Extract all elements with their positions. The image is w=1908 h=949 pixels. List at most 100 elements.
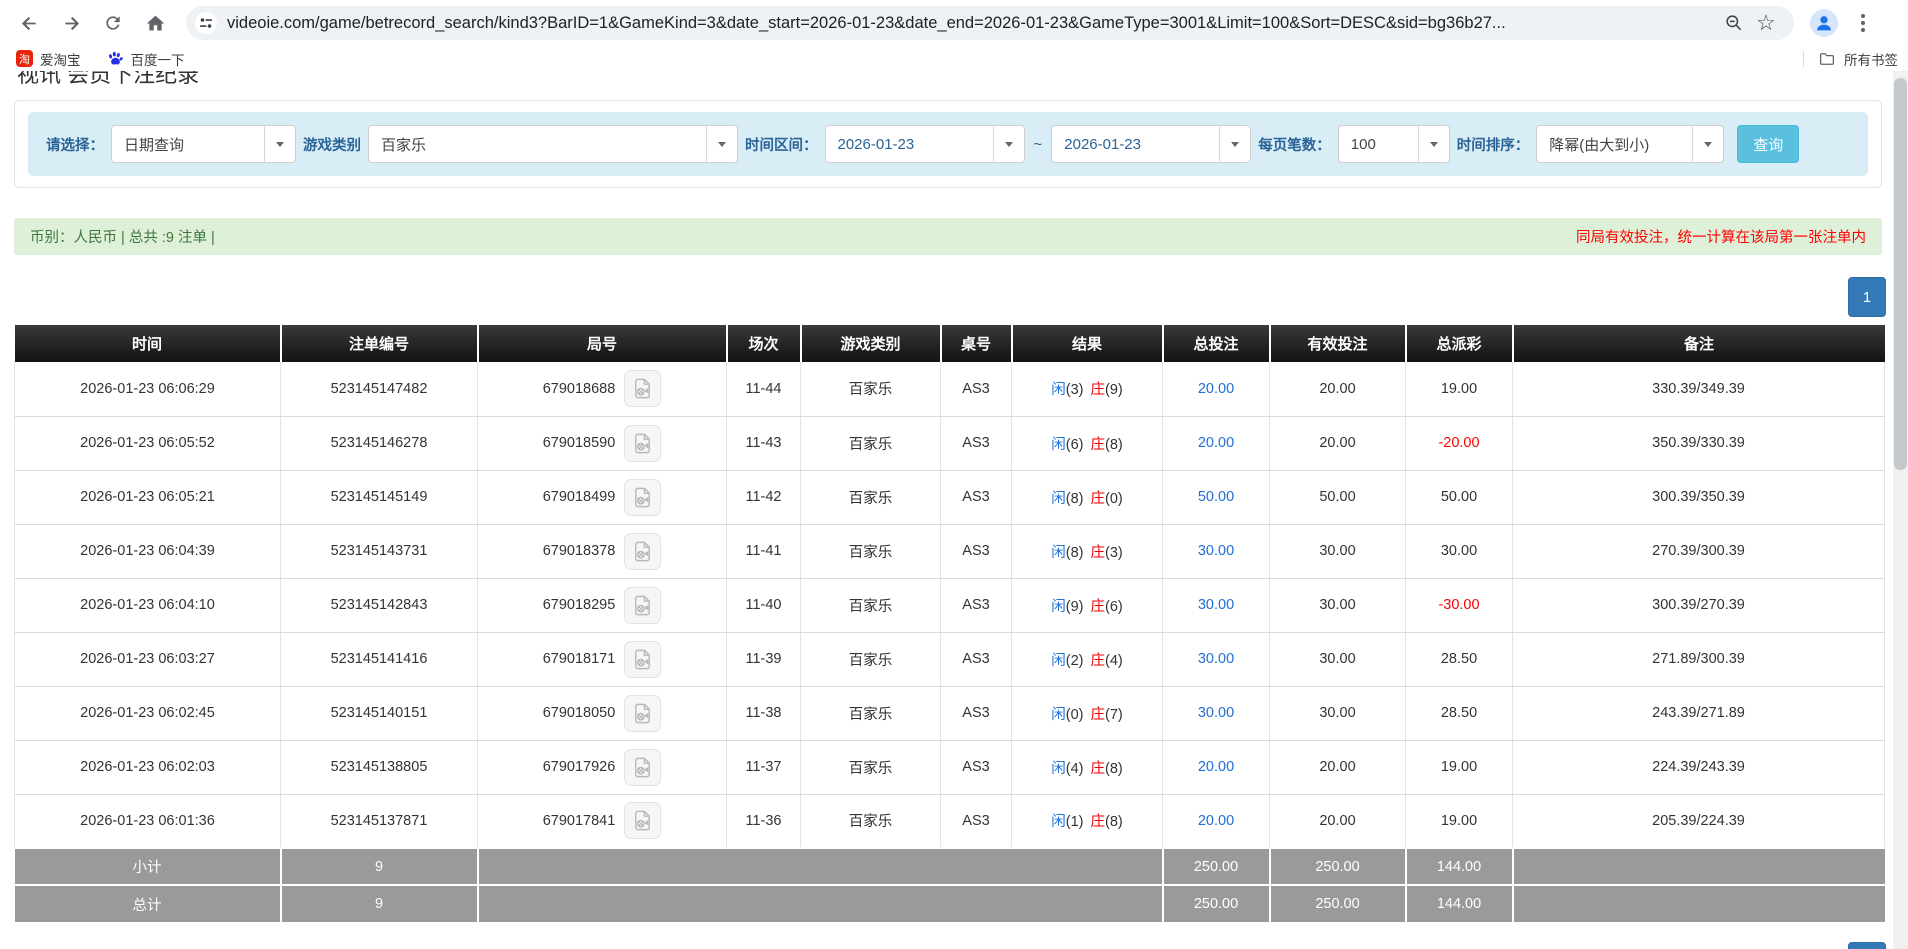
- date-end-select[interactable]: 2026-01-23: [1051, 125, 1251, 163]
- scrollbar-thumb[interactable]: [1894, 78, 1907, 470]
- browser-menu-button[interactable]: [1852, 9, 1874, 37]
- total-bet-link[interactable]: 30.00: [1198, 705, 1234, 721]
- player-score: (6): [1066, 437, 1084, 453]
- cell-table-no: AS3: [941, 794, 1012, 848]
- scrollbar-track[interactable]: [1893, 70, 1908, 949]
- cell-result: 闲(8)庄(3): [1012, 524, 1163, 578]
- home-icon: [145, 13, 166, 34]
- video-replay-button[interactable]: [624, 695, 661, 732]
- player-score: (9): [1066, 599, 1084, 615]
- total-bet-link[interactable]: 20.00: [1198, 813, 1234, 829]
- cell-game-type: 百家乐: [801, 794, 941, 848]
- cell-table-no: AS3: [941, 416, 1012, 470]
- footer-cell: [478, 885, 1163, 922]
- total-bet-link[interactable]: 50.00: [1198, 489, 1234, 505]
- site-info-icon[interactable]: [193, 10, 219, 36]
- player-label: 闲: [1051, 599, 1066, 615]
- refresh-button[interactable]: [92, 3, 134, 43]
- total-bet-link[interactable]: 20.00: [1198, 381, 1234, 397]
- banker-label: 庄: [1091, 653, 1106, 669]
- cell-valid-bet: 20.00: [1270, 362, 1406, 416]
- bookmark-taobao[interactable]: 淘 爱淘宝: [16, 49, 81, 69]
- back-button[interactable]: [8, 3, 50, 43]
- total-bet-link[interactable]: 30.00: [1198, 597, 1234, 613]
- cell-game-type: 百家乐: [801, 686, 941, 740]
- cell-total-bet: 20.00: [1163, 416, 1270, 470]
- player-score: (3): [1066, 382, 1084, 398]
- total-bet-link[interactable]: 30.00: [1198, 651, 1234, 667]
- table-row: 2026-01-23 06:06:29 523145147482 6790186…: [15, 362, 1885, 416]
- cell-round: 679018378: [478, 524, 727, 578]
- page-size-label: 每页笔数：: [1258, 134, 1331, 155]
- bookmark-baidu[interactable]: 百度一下: [107, 49, 185, 69]
- video-replay-button[interactable]: [624, 802, 661, 839]
- search-button[interactable]: 查询: [1737, 125, 1799, 163]
- cell-result: 闲(3)庄(9): [1012, 362, 1163, 416]
- total-bet-link[interactable]: 20.00: [1198, 435, 1234, 451]
- address-bar[interactable]: videoie.com/game/betrecord_search/kind3?…: [186, 6, 1794, 40]
- video-replay-button[interactable]: [624, 425, 661, 462]
- cell-valid-bet: 30.00: [1270, 578, 1406, 632]
- video-replay-button[interactable]: [624, 479, 661, 516]
- cell-session: 11-37: [727, 740, 801, 794]
- cell-payout: -20.00: [1406, 416, 1513, 470]
- game-type-select[interactable]: 百家乐: [368, 125, 738, 163]
- summary-bar: 币别：人民币 | 总共 :9 注单 | 同局有效投注，统一计算在该局第一张注单内: [14, 218, 1882, 255]
- cell-result: 闲(2)庄(4): [1012, 632, 1163, 686]
- cell-table-no: AS3: [941, 632, 1012, 686]
- cell-note: 271.89/300.39: [1513, 632, 1885, 686]
- pagination-page-1-bottom[interactable]: 1: [1848, 942, 1886, 949]
- banker-score: (9): [1105, 382, 1123, 398]
- cell-bet-id: 523145143731: [281, 524, 478, 578]
- all-bookmarks-button[interactable]: 所有书签: [1844, 49, 1898, 69]
- cell-total-bet: 20.00: [1163, 794, 1270, 848]
- bookmark-star-icon[interactable]: ☆: [1750, 9, 1782, 37]
- video-replay-button[interactable]: [624, 587, 661, 624]
- notice-text: 同局有效投注，统一计算在该局第一张注单内: [1576, 226, 1866, 247]
- video-replay-button[interactable]: [624, 641, 661, 678]
- total-bet-link[interactable]: 20.00: [1198, 759, 1234, 775]
- cell-bet-id: 523145147482: [281, 362, 478, 416]
- chevron-down-icon: [993, 126, 1024, 162]
- page-size-select[interactable]: 100: [1338, 125, 1450, 163]
- home-button[interactable]: [134, 3, 176, 43]
- cell-result: 闲(0)庄(7): [1012, 686, 1163, 740]
- cell-bet-id: 523145140151: [281, 686, 478, 740]
- column-header: 有效投注: [1270, 325, 1406, 362]
- currency-total-text: 币别：人民币 | 总共 :9 注单 |: [30, 226, 215, 247]
- player-score: (0): [1066, 707, 1084, 723]
- player-score: (1): [1066, 814, 1084, 830]
- cell-table-no: AS3: [941, 470, 1012, 524]
- video-replay-button[interactable]: [624, 749, 661, 786]
- date-start-select[interactable]: 2026-01-23: [825, 125, 1025, 163]
- url-text[interactable]: videoie.com/game/betrecord_search/kind3?…: [227, 14, 1718, 33]
- column-header: 总派彩: [1406, 325, 1513, 362]
- cell-bet-id: 523145142843: [281, 578, 478, 632]
- cell-session: 11-36: [727, 794, 801, 848]
- cell-result: 闲(6)庄(8): [1012, 416, 1163, 470]
- round-number: 679018590: [543, 435, 616, 451]
- forward-button[interactable]: [50, 3, 92, 43]
- video-replay-button[interactable]: [624, 533, 661, 570]
- footer-cell: [478, 848, 1163, 885]
- cell-total-bet: 20.00: [1163, 740, 1270, 794]
- total-bet-link[interactable]: 30.00: [1198, 543, 1234, 559]
- query-type-select[interactable]: 日期查询: [111, 125, 296, 163]
- pagination-page-1-top[interactable]: 1: [1848, 277, 1886, 317]
- cell-result: 闲(8)庄(0): [1012, 470, 1163, 524]
- column-header: 桌号: [941, 325, 1012, 362]
- date-range-label: 时间区间：: [745, 134, 818, 155]
- footer-cell: 250.00: [1270, 885, 1406, 922]
- cell-time: 2026-01-23 06:02:45: [15, 686, 281, 740]
- table-footer: 小计9250.00250.00144.00总计9250.00250.00144.…: [15, 848, 1885, 922]
- cell-game-type: 百家乐: [801, 632, 941, 686]
- baidu-paw-icon: [107, 50, 124, 67]
- zoom-out-icon[interactable]: [1718, 9, 1750, 37]
- cell-round: 679018050: [478, 686, 727, 740]
- cell-note: 270.39/300.39: [1513, 524, 1885, 578]
- video-replay-button[interactable]: [624, 370, 661, 407]
- profile-avatar[interactable]: [1810, 9, 1838, 37]
- forward-arrow-icon: [61, 13, 82, 34]
- sort-select[interactable]: 降幂(由大到小): [1536, 125, 1724, 163]
- cell-round: 679018590: [478, 416, 727, 470]
